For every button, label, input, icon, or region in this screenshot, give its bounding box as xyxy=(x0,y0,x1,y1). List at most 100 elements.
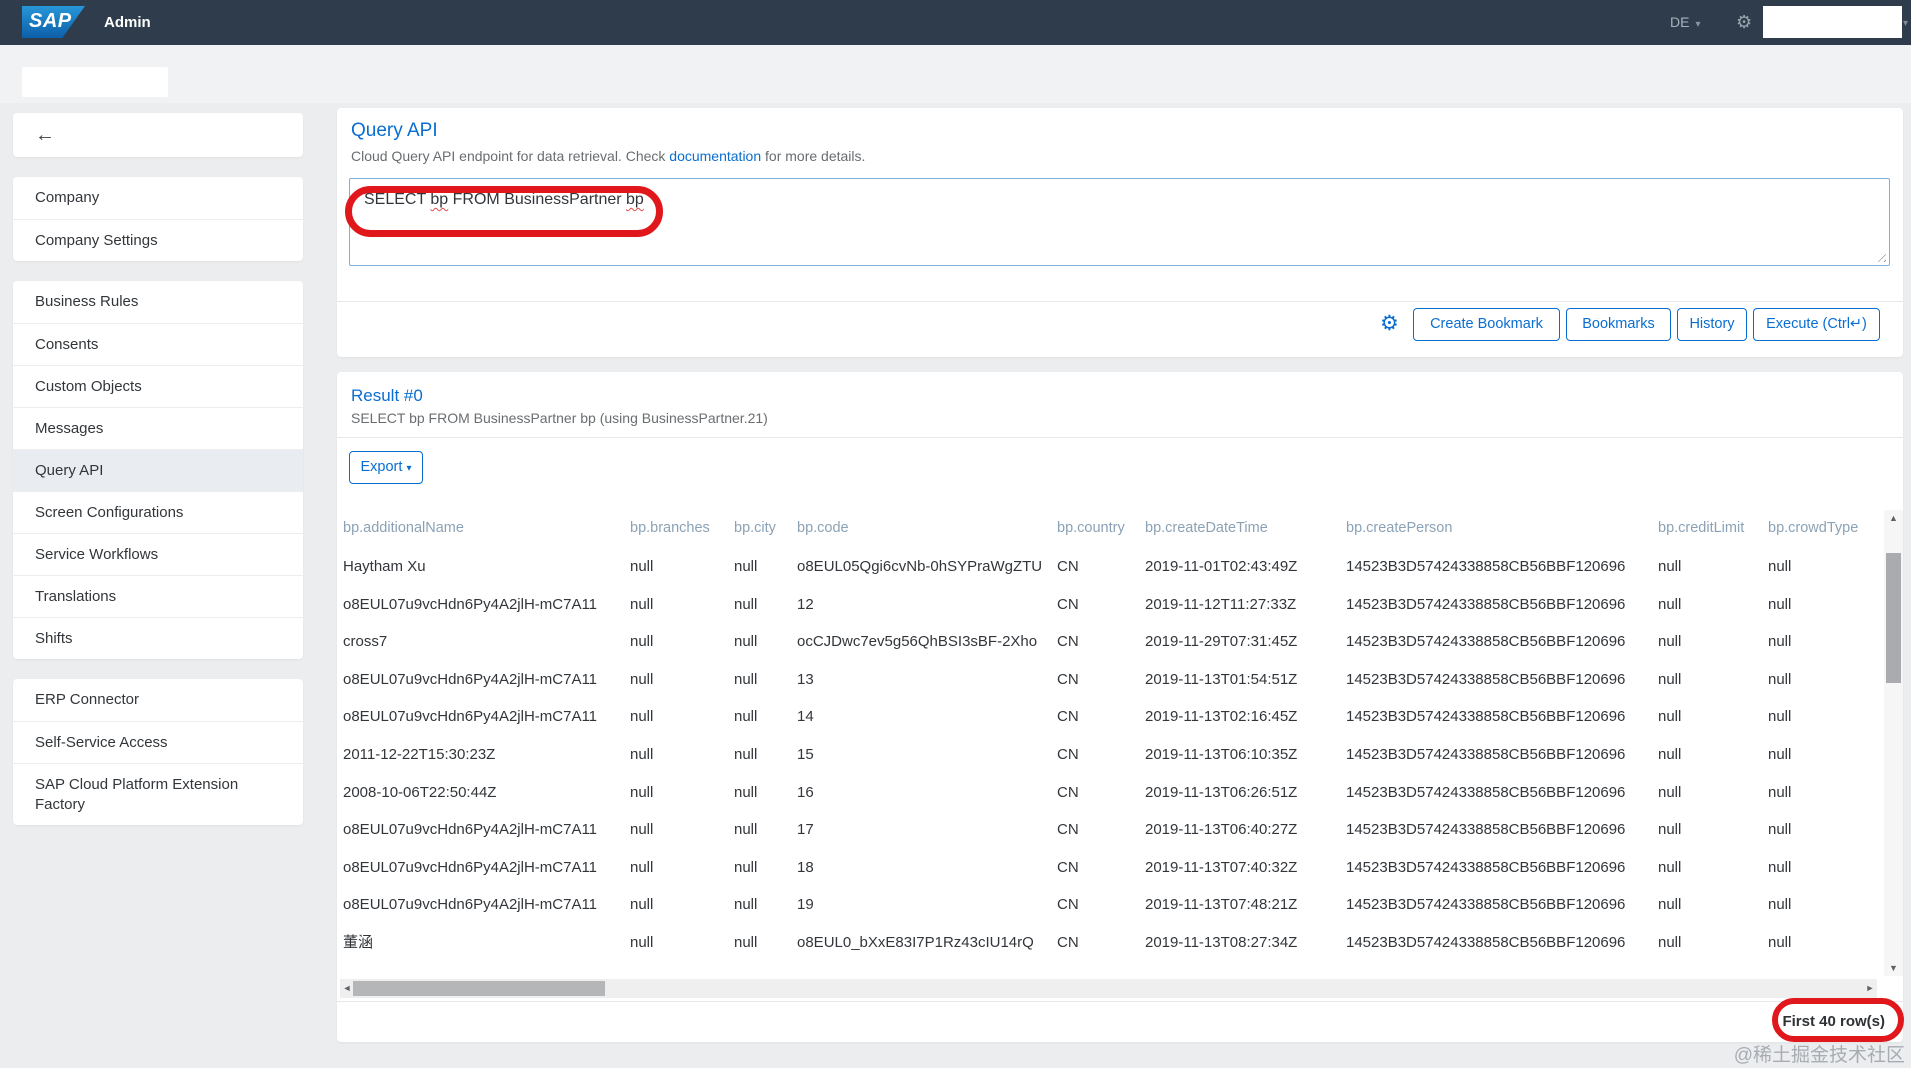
column-header[interactable]: bp.branches xyxy=(630,510,710,547)
table-cell: null xyxy=(1768,633,1792,651)
vertical-scrollbar-thumb[interactable] xyxy=(1886,553,1901,683)
divider xyxy=(337,301,1903,302)
horizontal-scrollbar-thumb[interactable] xyxy=(353,981,605,996)
query-text-misspelled: bp xyxy=(430,191,449,208)
sidebar-item-label: SAP Cloud Platform Extension Factory xyxy=(35,776,239,813)
column-header[interactable]: bp.createDateTime xyxy=(1145,510,1268,547)
table-cell: null xyxy=(1658,708,1682,726)
table-cell: null xyxy=(630,858,654,876)
export-button[interactable]: Export ▾ xyxy=(349,451,423,484)
vertical-scrollbar[interactable]: ▲ ▼ xyxy=(1884,510,1903,976)
column-header[interactable]: bp.code xyxy=(797,510,849,547)
sidebar-item-self-service-access[interactable]: Self-Service Access xyxy=(13,721,303,763)
divider xyxy=(337,1001,1903,1002)
column-header[interactable]: bp.createPerson xyxy=(1346,510,1452,547)
column-header[interactable]: bp.creditLimit xyxy=(1658,510,1744,547)
sidebar-item-custom-objects[interactable]: Custom Objects xyxy=(13,365,303,407)
execute-button[interactable]: Execute (Ctrl↵) xyxy=(1753,308,1880,341)
table-cell: 2019-11-01T02:43:49Z xyxy=(1145,558,1298,575)
table-cell: null xyxy=(1768,821,1792,839)
table-cell: null xyxy=(630,783,654,801)
table-cell: 16 xyxy=(797,783,814,801)
horizontal-scrollbar[interactable]: ◄ ► xyxy=(340,979,1877,998)
watermark: @稀土掘金技术社区 xyxy=(1733,1045,1905,1066)
back-button[interactable]: ← xyxy=(13,113,303,157)
sidebar-item-query-api[interactable]: Query API xyxy=(13,449,303,491)
table-cell: null xyxy=(734,708,758,726)
table-cell: null xyxy=(630,595,654,613)
table-row[interactable]: cross7 null null ocCJDwc7ev5g56QhBSI3sBF… xyxy=(337,623,1877,661)
sidebar-item-screen-configurations[interactable]: Screen Configurations xyxy=(13,491,303,533)
scroll-left-icon[interactable]: ◄ xyxy=(340,979,354,998)
result-subtitle: SELECT bp FROM BusinessPartner bp (using… xyxy=(351,410,768,426)
sidebar-item-label: Shifts xyxy=(35,630,73,647)
table-cell: 2019-11-13T06:26:51Z xyxy=(1145,783,1298,801)
sap-logo[interactable]: SAP xyxy=(22,6,85,38)
table-cell: 14523B3D57424338858CB56BBF120696 xyxy=(1346,558,1626,575)
sidebar-item-label: Service Workflows xyxy=(35,546,159,563)
language-selector[interactable]: DE ▾ xyxy=(1670,14,1700,30)
sidebar-item-label: Query API xyxy=(35,462,104,479)
table-cell: CN xyxy=(1057,896,1079,914)
sidebar-item-shifts[interactable]: Shifts xyxy=(13,617,303,659)
table-cell: 2019-11-29T07:31:45Z xyxy=(1145,633,1298,651)
table-row[interactable]: o8EUL07u9vcHdn6Py4A2jlH-mC7A11 null null… xyxy=(337,811,1877,849)
textarea-resize-handle[interactable] xyxy=(1874,250,1886,262)
sidebar-item-messages[interactable]: Messages xyxy=(13,407,303,449)
sidebar-item-translations[interactable]: Translations xyxy=(13,575,303,617)
query-settings-gear-icon[interactable]: ⚙ xyxy=(1380,311,1399,336)
table-cell: null xyxy=(734,745,758,763)
table-cell: null xyxy=(630,670,654,688)
table-row[interactable]: Haytham Xu null null o8EUL05Qgi6cvNb-0hS… xyxy=(337,548,1877,586)
create-bookmark-button[interactable]: Create Bookmark xyxy=(1413,308,1560,341)
table-cell: CN xyxy=(1057,708,1079,726)
back-arrow-icon: ← xyxy=(35,124,55,146)
table-row[interactable]: o8EUL07u9vcHdn6Py4A2jlH-mC7A11 null null… xyxy=(337,849,1877,887)
query-input[interactable]: SELECT bp FROM BusinessPartner bp xyxy=(349,178,1890,266)
table-row[interactable]: 董涵 null null o8EUL0_bXxE83I7P1Rz43cIU14r… xyxy=(337,924,1877,962)
table-cell: 14523B3D57424338858CB56BBF120696 xyxy=(1346,708,1626,726)
table-row[interactable]: o8EUL07u9vcHdn6Py4A2jlH-mC7A11 null null… xyxy=(337,661,1877,699)
sidebar-item-company-settings[interactable]: Company Settings xyxy=(13,219,303,261)
sidebar-item-erp-connector[interactable]: ERP Connector xyxy=(13,679,303,721)
breadcrumb-redacted xyxy=(22,67,168,97)
sidebar-item-scp-extension-factory[interactable]: SAP Cloud Platform Extension Factory xyxy=(13,763,303,825)
table-cell: 14523B3D57424338858CB56BBF120696 xyxy=(1346,783,1626,801)
table-row[interactable]: 2008-10-06T22:50:44Z null null 16 CN 201… xyxy=(337,774,1877,812)
table-cell: o8EUL07u9vcHdn6Py4A2jlH-mC7A11 xyxy=(343,595,598,613)
table-cell: 14523B3D57424338858CB56BBF120696 xyxy=(1346,745,1626,763)
sidebar-item-service-workflows[interactable]: Service Workflows xyxy=(13,533,303,575)
table-cell: 2019-11-12T11:27:33Z xyxy=(1145,595,1297,613)
table-cell: 14523B3D57424338858CB56BBF120696 xyxy=(1346,670,1626,688)
column-header[interactable]: bp.crowdType xyxy=(1768,510,1858,547)
scroll-right-icon[interactable]: ► xyxy=(1863,979,1877,998)
column-header[interactable]: bp.city xyxy=(734,510,776,547)
sidebar-item-company[interactable]: Company xyxy=(13,177,303,219)
table-cell: null xyxy=(1768,896,1792,914)
sidebar-item-label: Company Settings xyxy=(35,232,158,249)
table-cell: 17 xyxy=(797,821,814,839)
sidebar-item-business-rules[interactable]: Business Rules xyxy=(13,281,303,323)
table-cell: 14523B3D57424338858CB56BBF120696 xyxy=(1346,896,1626,914)
table-row[interactable]: o8EUL07u9vcHdn6Py4A2jlH-mC7A11 null null… xyxy=(337,886,1877,924)
language-label: DE xyxy=(1670,14,1690,30)
documentation-link[interactable]: documentation xyxy=(669,148,761,164)
table-row[interactable]: o8EUL07u9vcHdn6Py4A2jlH-mC7A11 null null… xyxy=(337,586,1877,624)
sidebar-item-consents[interactable]: Consents xyxy=(13,323,303,365)
table-cell: CN xyxy=(1057,633,1079,651)
scroll-up-icon[interactable]: ▲ xyxy=(1884,510,1903,526)
table-cell: Haytham Xu xyxy=(343,558,426,575)
bookmarks-button[interactable]: Bookmarks xyxy=(1566,308,1671,341)
settings-gear-icon[interactable]: ⚙ xyxy=(1736,11,1752,33)
user-menu-redacted[interactable] xyxy=(1763,6,1902,38)
scroll-down-icon[interactable]: ▼ xyxy=(1884,960,1903,976)
sap-admin-screen: SAP Admin DE ▾ ⚙ ▾ ← Company Company Sett… xyxy=(0,0,1911,1068)
user-chevron-down-icon[interactable]: ▾ xyxy=(1903,18,1908,29)
history-button[interactable]: History xyxy=(1677,308,1747,341)
column-header[interactable]: bp.country xyxy=(1057,510,1125,547)
table-cell: null xyxy=(1768,670,1792,688)
column-header[interactable]: bp.additionalName xyxy=(343,510,464,547)
table-row[interactable]: 2011-12-22T15:30:23Z null null 15 CN 201… xyxy=(337,736,1877,774)
table-cell: CN xyxy=(1057,821,1079,839)
table-row[interactable]: o8EUL07u9vcHdn6Py4A2jlH-mC7A11 null null… xyxy=(337,698,1877,736)
